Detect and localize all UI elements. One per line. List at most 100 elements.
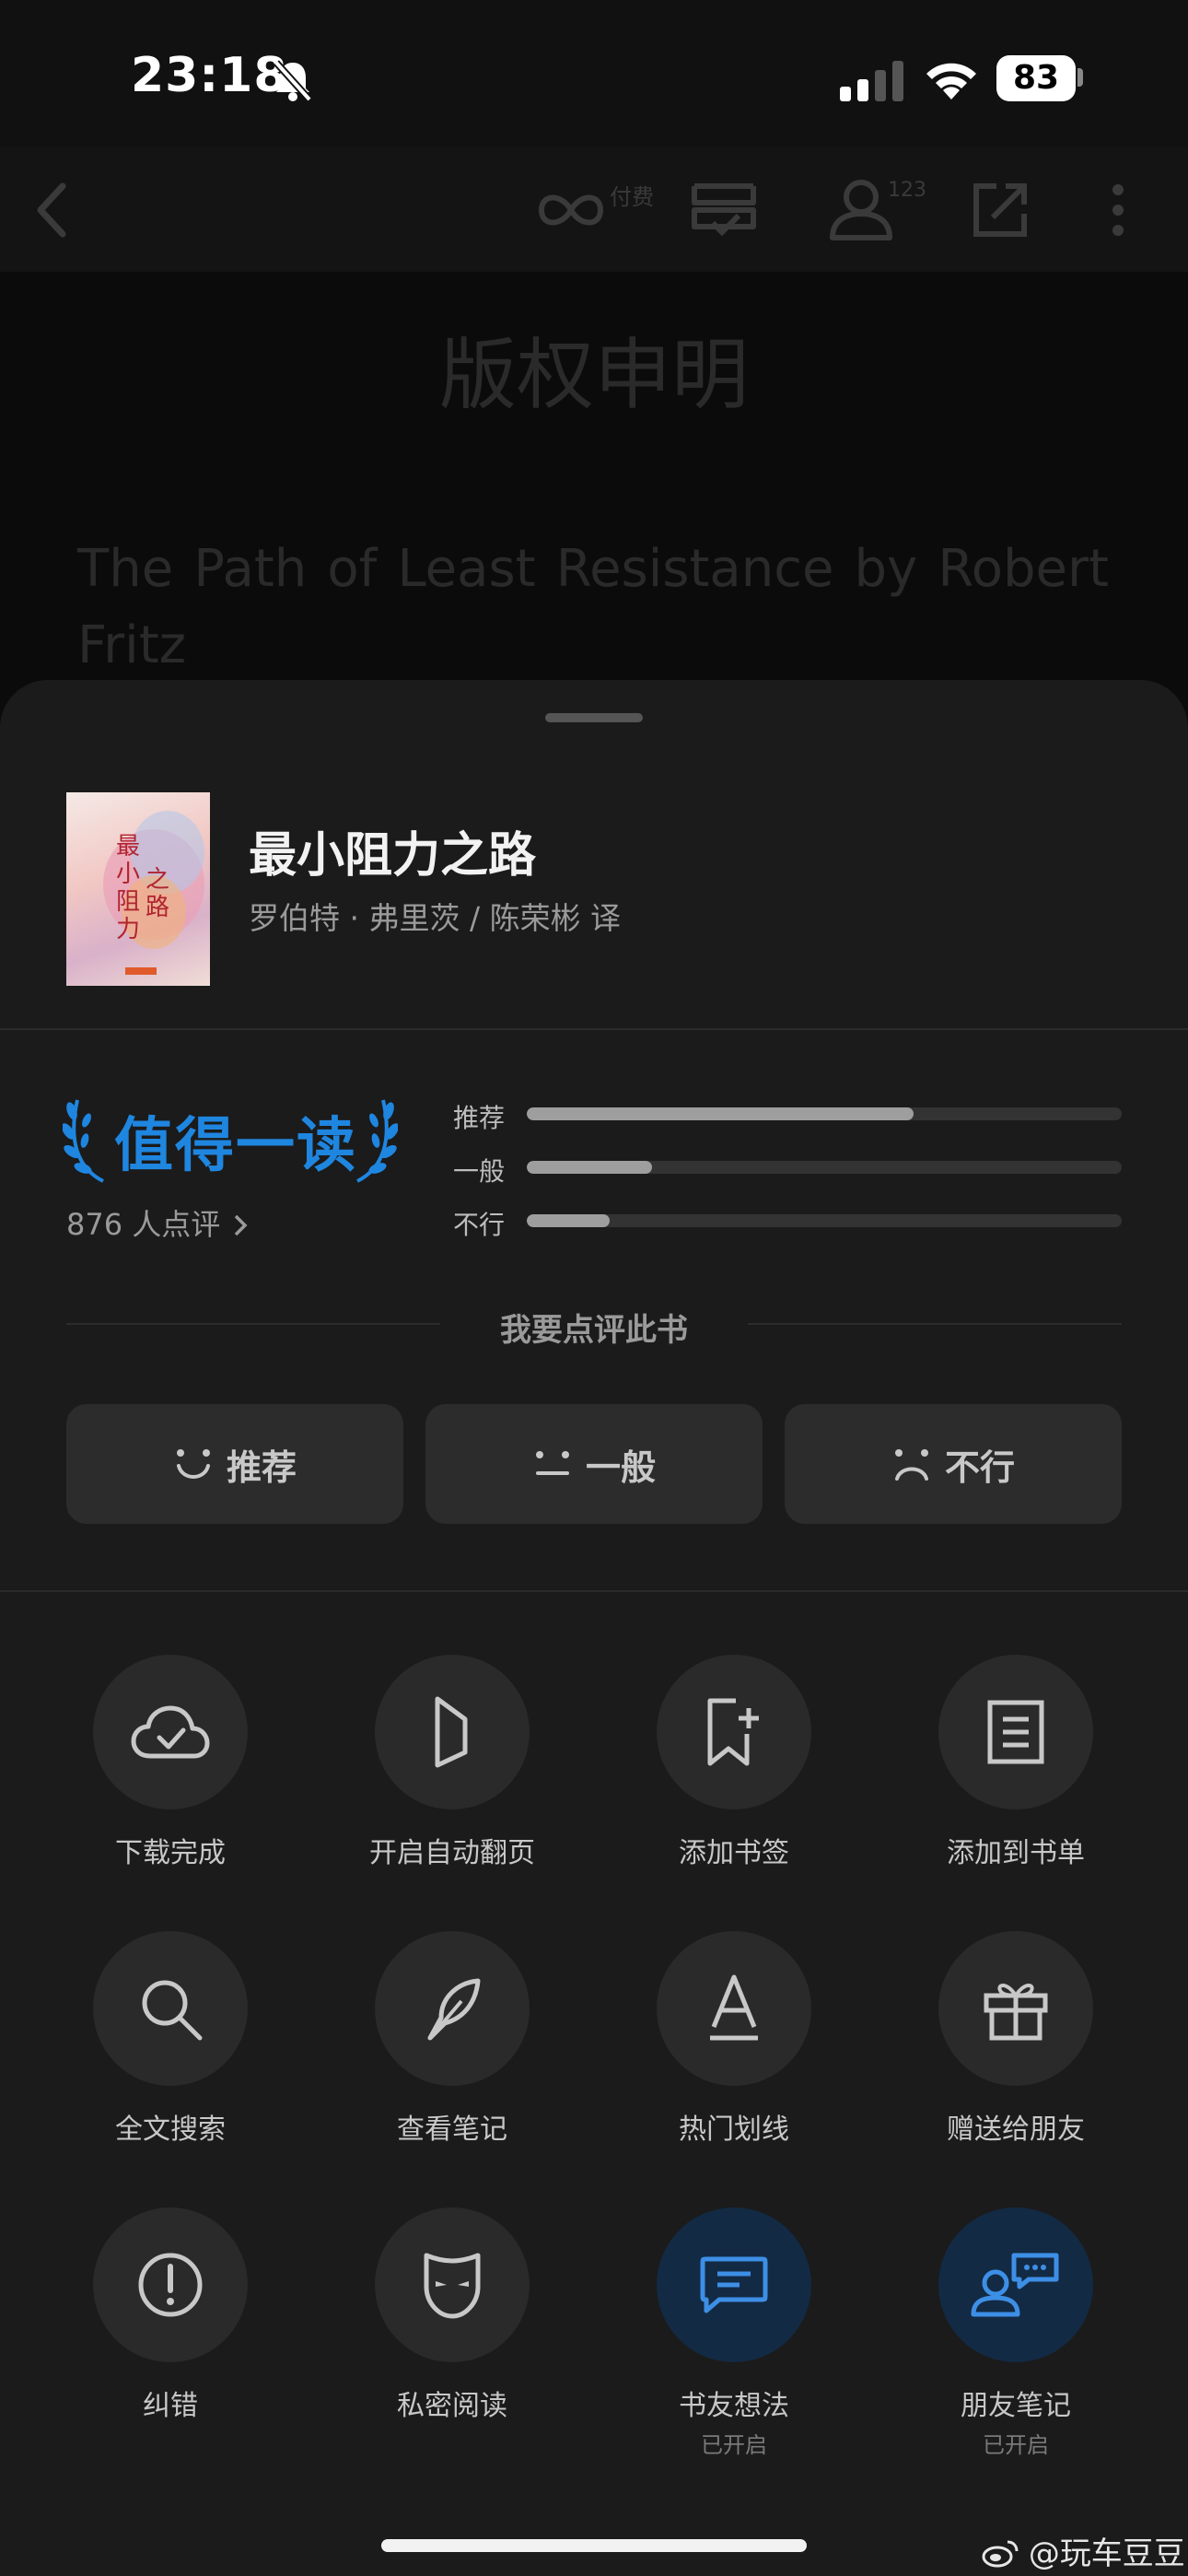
readers-icon[interactable] [829, 177, 893, 241]
private-reading-button[interactable]: 私密阅读 [311, 2207, 593, 2447]
auto-page-turn-button[interactable]: 开启自动翻页 [311, 1655, 593, 1894]
home-indicator[interactable] [381, 2539, 807, 2552]
action-label: 全文搜索 [115, 2113, 226, 2146]
battery-indicator: 83 [996, 55, 1076, 101]
rate-bad-button[interactable]: 不行 [785, 1404, 1122, 1524]
rate-recommend-button[interactable]: 推荐 [66, 1404, 403, 1524]
chapter-text-line: The Path of Least Resistance by Robert [77, 539, 1109, 599]
divider-right [748, 1323, 1122, 1325]
divider [0, 1028, 1188, 1030]
share-icon[interactable] [971, 181, 1030, 240]
more-icon[interactable] [1109, 181, 1127, 240]
action-label: 添加书签 [679, 1837, 789, 1869]
list-document-icon [987, 1700, 1044, 1764]
signal-icon [840, 61, 903, 101]
action-label: 开启自动翻页 [369, 1837, 535, 1869]
bar-label-average: 一般 [453, 1156, 506, 1187]
action-status: 已开启 [701, 2432, 767, 2458]
wifi-icon [926, 63, 976, 100]
sheet-drag-handle[interactable] [545, 713, 643, 722]
review-count-link[interactable]: 876 人点评 [66, 1201, 248, 1244]
gift-icon [984, 1984, 1048, 2041]
bookmark-add-icon [707, 1698, 759, 1766]
rating-badge: 值得一读 [114, 1112, 357, 1180]
download-complete-button[interactable]: 下载完成 [29, 1655, 311, 1894]
bookshelf-icon[interactable] [689, 181, 759, 240]
fulltext-search-button[interactable]: 全文搜索 [29, 1931, 311, 2171]
friend-notes-button[interactable]: 朋友笔记 已开启 [875, 2207, 1157, 2458]
action-label: 朋友笔记 [961, 2390, 1071, 2422]
laurel-left-icon [63, 1099, 104, 1183]
action-label: 纠错 [143, 2390, 198, 2422]
bar-label-recommend: 推荐 [453, 1103, 506, 1133]
add-bookmark-button[interactable]: 添加书签 [593, 1655, 875, 1894]
bar-label-bad: 不行 [453, 1210, 506, 1240]
action-circle [375, 1931, 530, 2086]
cover-title-b: 之路 [146, 866, 170, 921]
action-label: 赠送给朋友 [947, 2113, 1085, 2146]
bar-fill-recommend [527, 1107, 914, 1120]
action-circle [657, 1931, 811, 2086]
neutral-face-icon [535, 1451, 569, 1475]
action-circle [93, 1931, 248, 2086]
book-title: 最小阻力之路 [249, 828, 537, 884]
watermark: @玩车豆豆 [982, 2528, 1185, 2573]
exclamation-icon [138, 2253, 203, 2317]
chevron-right-icon [235, 1214, 248, 1236]
comment-icon [700, 2256, 768, 2313]
mute-bell-icon [274, 60, 312, 101]
book-author: 罗伯特 · 弗里茨 / 陈荣彬 译 [249, 900, 622, 936]
chapter-text-line-2: Fritz [77, 615, 187, 675]
action-circle [375, 2207, 530, 2362]
back-icon[interactable] [33, 181, 70, 240]
view-notes-button[interactable]: 查看笔记 [311, 1931, 593, 2171]
rate-average-label: 一般 [585, 1446, 656, 1488]
action-label: 下载完成 [115, 1837, 226, 1869]
paid-icon[interactable] [536, 182, 619, 238]
bar-track-recommend [527, 1107, 1122, 1120]
mask-icon [424, 2253, 481, 2319]
laurel-right-icon [356, 1099, 398, 1183]
search-icon [142, 1980, 203, 2041]
rate-average-button[interactable]: 一般 [425, 1404, 763, 1524]
friend-note-icon [971, 2253, 1059, 2317]
reader-count: 123 [888, 179, 926, 202]
action-circle [657, 1655, 811, 1809]
report-error-button[interactable]: 纠错 [29, 2207, 311, 2447]
reader-thoughts-button[interactable]: 书友想法 已开启 [593, 2207, 875, 2458]
status-time: 23:18 [131, 48, 288, 103]
action-label: 私密阅读 [397, 2390, 507, 2422]
action-circle [938, 1655, 1093, 1809]
bar-track-average [527, 1161, 1122, 1174]
cover-title-a: 最小阻力 [116, 833, 141, 943]
action-circle [93, 1655, 248, 1809]
action-circle [938, 1931, 1093, 2086]
bar-fill-bad [527, 1214, 611, 1227]
action-circle [375, 1655, 530, 1809]
watermark-text: @玩车豆豆 [1028, 2535, 1185, 2572]
book-cover[interactable]: 最小阻力 之路 [66, 792, 210, 986]
action-status: 已开启 [983, 2432, 1049, 2458]
rate-prompt: 我要点评此书 [500, 1312, 688, 1349]
rate-recommend-label: 推荐 [226, 1446, 297, 1488]
action-label: 添加到书单 [947, 1837, 1085, 1869]
action-circle-active [657, 2207, 811, 2362]
weibo-logo-icon [982, 2540, 1019, 2568]
action-circle-active [938, 2207, 1093, 2362]
smile-icon [176, 1449, 210, 1479]
underline-a-icon [710, 1974, 758, 2041]
paid-label: 付费 [610, 184, 654, 210]
bar-fill-average [527, 1161, 652, 1174]
gift-to-friend-button[interactable]: 赠送给朋友 [875, 1931, 1157, 2171]
action-label: 热门划线 [679, 2113, 789, 2146]
chapter-title: 版权申明 [438, 330, 749, 420]
action-label: 查看笔记 [397, 2113, 507, 2146]
feather-icon [427, 1978, 481, 2041]
frown-icon [894, 1449, 928, 1481]
cloud-check-icon [131, 1705, 210, 1759]
review-count: 876 人点评 [66, 1207, 221, 1242]
add-to-booklist-button[interactable]: 添加到书单 [875, 1655, 1157, 1894]
popular-highlights-button[interactable]: 热门划线 [593, 1931, 875, 2171]
bar-track-bad [527, 1214, 1122, 1227]
action-circle [93, 2207, 248, 2362]
